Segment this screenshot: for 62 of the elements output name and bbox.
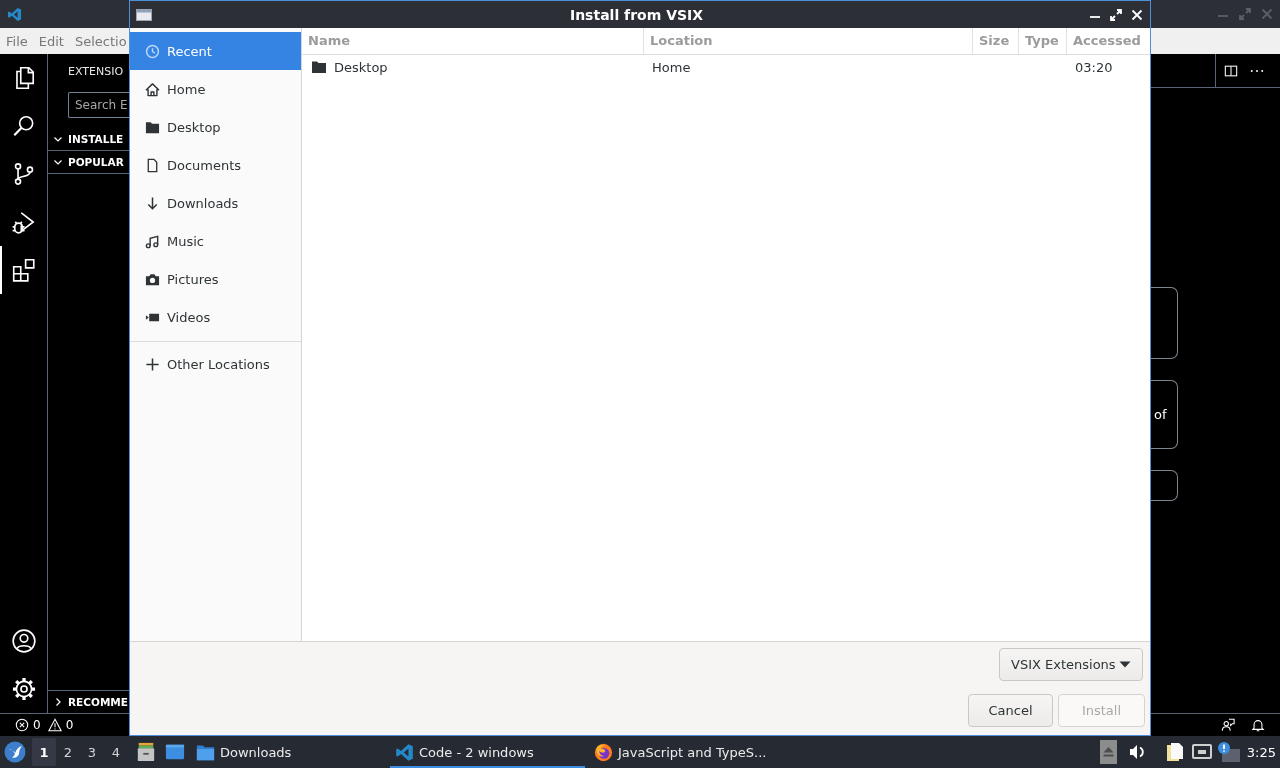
more-icon[interactable] bbox=[1250, 68, 1264, 73]
browser-icon bbox=[594, 742, 613, 762]
filter-dropdown[interactable]: VSIX Extensions bbox=[999, 648, 1143, 681]
taskbar-task[interactable]: Downloads bbox=[191, 736, 386, 768]
caret-icon bbox=[1119, 661, 1131, 668]
workspace-button[interactable]: 2 bbox=[56, 738, 80, 766]
panel-title: EXTENSIO bbox=[67, 64, 125, 80]
account-icon[interactable] bbox=[10, 628, 37, 654]
card-text: of bbox=[1153, 407, 1167, 422]
music-note-icon bbox=[145, 233, 160, 249]
file-cabinet-icon[interactable] bbox=[136, 742, 156, 762]
taskbar-task[interactable]: JavaScript and TypeS... bbox=[589, 736, 784, 768]
folder-icon bbox=[311, 59, 327, 75]
place-item[interactable]: Desktop bbox=[130, 108, 301, 146]
document-icon bbox=[145, 157, 160, 173]
extensions-icon bbox=[10, 257, 37, 283]
place-item[interactable]: Videos bbox=[130, 298, 301, 336]
search-field[interactable]: Search E bbox=[68, 92, 129, 118]
clock-icon bbox=[145, 43, 160, 59]
place-item[interactable]: Music bbox=[130, 222, 301, 260]
home-icon bbox=[145, 81, 160, 97]
code-logo-icon bbox=[395, 742, 414, 762]
error-icon[interactable] bbox=[15, 718, 29, 732]
dialog-button[interactable]: Cancel bbox=[968, 694, 1053, 727]
place-item[interactable]: Downloads bbox=[130, 184, 301, 222]
dialog-title: Install from VSIX bbox=[569, 6, 704, 23]
place-item[interactable]: Other Locations bbox=[130, 345, 301, 383]
error-count: 0 bbox=[33, 718, 41, 732]
eject-icon[interactable] bbox=[1099, 740, 1117, 764]
update-alert-icon[interactable] bbox=[1216, 741, 1241, 763]
window-icon bbox=[136, 8, 152, 21]
split-editor-icon[interactable] bbox=[1224, 63, 1238, 78]
workspace-button[interactable]: 4 bbox=[104, 738, 128, 766]
settings-icon[interactable] bbox=[10, 676, 37, 702]
warning-count: 0 bbox=[65, 718, 74, 732]
window-icon[interactable] bbox=[165, 742, 185, 762]
folder-icon bbox=[145, 119, 160, 135]
download-icon bbox=[145, 195, 160, 211]
clock[interactable]: 3:25 bbox=[1246, 744, 1276, 760]
taskbar-task[interactable]: Code - 2 windows bbox=[390, 736, 585, 768]
bell-icon[interactable] bbox=[1251, 718, 1265, 732]
code-logo-icon bbox=[7, 6, 22, 22]
place-item[interactable]: Pictures bbox=[130, 260, 301, 298]
camera-icon bbox=[145, 271, 160, 287]
place-item[interactable]: Recent bbox=[130, 32, 301, 70]
menu-item[interactable]: Selectio bbox=[74, 33, 127, 49]
table-cell-text: Home bbox=[651, 58, 692, 77]
plus-icon bbox=[145, 356, 160, 372]
menu-item[interactable]: Edit bbox=[38, 33, 64, 49]
table-cell-text: 03:20 bbox=[1074, 58, 1114, 77]
bird-logo-icon[interactable] bbox=[4, 741, 26, 763]
place-item[interactable]: Documents bbox=[130, 146, 301, 184]
file-name[interactable]: Desktop bbox=[334, 59, 388, 75]
workspace-button[interactable]: 3 bbox=[80, 738, 104, 766]
warning-icon[interactable] bbox=[47, 718, 62, 732]
network-icon[interactable] bbox=[1191, 743, 1212, 761]
workspace-button[interactable]: 1 bbox=[32, 738, 56, 766]
clipboard-icon[interactable] bbox=[1165, 742, 1184, 762]
person-feedback-icon[interactable] bbox=[1221, 718, 1235, 732]
speaker-icon[interactable] bbox=[1128, 743, 1145, 761]
place-item[interactable]: Home bbox=[130, 70, 301, 108]
menu-item[interactable]: File bbox=[6, 33, 28, 49]
